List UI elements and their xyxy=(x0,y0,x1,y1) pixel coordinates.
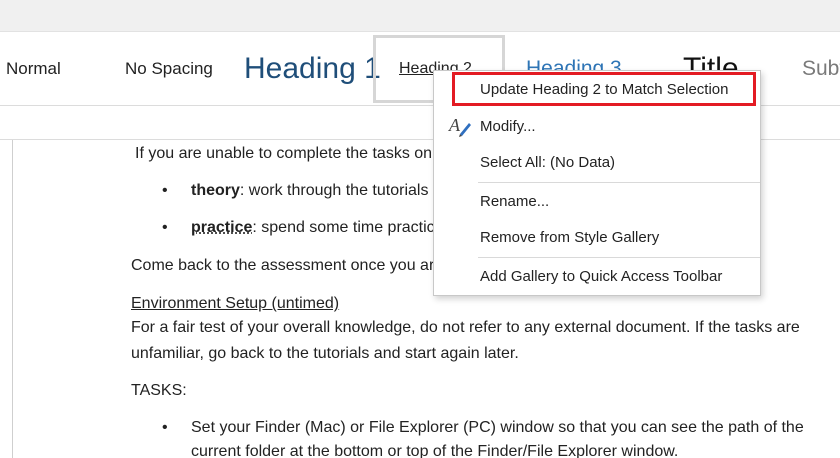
menu-item-modify[interactable]: A Modify... xyxy=(434,109,760,143)
menu-separator xyxy=(478,182,760,183)
doc-paragraph-fair-test-line2: unfamiliar, go back to the tutorials and… xyxy=(131,345,519,362)
menu-item-add-gallery-qat[interactable]: Add Gallery to Quick Access Toolbar xyxy=(434,259,760,293)
task1-line1: Set your Finder (Mac) or File Explorer (… xyxy=(191,419,804,436)
menu-item-label: Select All: (No Data) xyxy=(480,153,616,171)
doc-paragraph-fair-test-line1: For a fair test of your overall knowledg… xyxy=(131,319,800,336)
menu-item-label: Add Gallery to Quick Access Toolbar xyxy=(480,267,723,285)
task1-line2: current folder at the bottom or top of t… xyxy=(191,443,679,458)
menu-item-rename[interactable]: Rename... xyxy=(434,184,760,218)
menu-item-remove-from-gallery[interactable]: Remove from Style Gallery xyxy=(434,220,760,254)
style-normal[interactable]: Normal xyxy=(6,32,61,106)
bullet-theory: theory: work through the tutorials again xyxy=(191,182,472,200)
red-highlight-box xyxy=(452,72,756,106)
tasks-label: TASKS: xyxy=(131,382,187,399)
style-pen-icon: A xyxy=(448,115,471,137)
menu-item-label: Remove from Style Gallery xyxy=(480,228,660,246)
menu-item-select-all[interactable]: Select All: (No Data) xyxy=(434,145,760,179)
bullet-dot: • xyxy=(162,419,168,436)
style-subtitle[interactable]: Subtitle xyxy=(802,32,840,106)
menu-item-label: Modify... xyxy=(480,117,536,135)
svg-text:A: A xyxy=(448,115,461,135)
style-context-menu: Update Heading 2 to Match Selection A Mo… xyxy=(433,70,761,296)
ribbon-tab-strip xyxy=(0,0,840,32)
bullet-dot: • xyxy=(162,219,168,236)
page-margin-line xyxy=(12,140,13,458)
menu-item-label: Rename... xyxy=(480,192,550,210)
style-no-spacing[interactable]: No Spacing xyxy=(125,32,213,106)
menu-separator xyxy=(478,257,760,258)
env-setup-heading: Environment Setup (untimed) xyxy=(131,295,340,312)
bullet-dot: • xyxy=(162,182,168,199)
style-heading-1[interactable]: Heading 1 xyxy=(244,32,381,106)
practice-term: practice xyxy=(191,219,253,236)
theory-term: theory xyxy=(191,182,240,199)
